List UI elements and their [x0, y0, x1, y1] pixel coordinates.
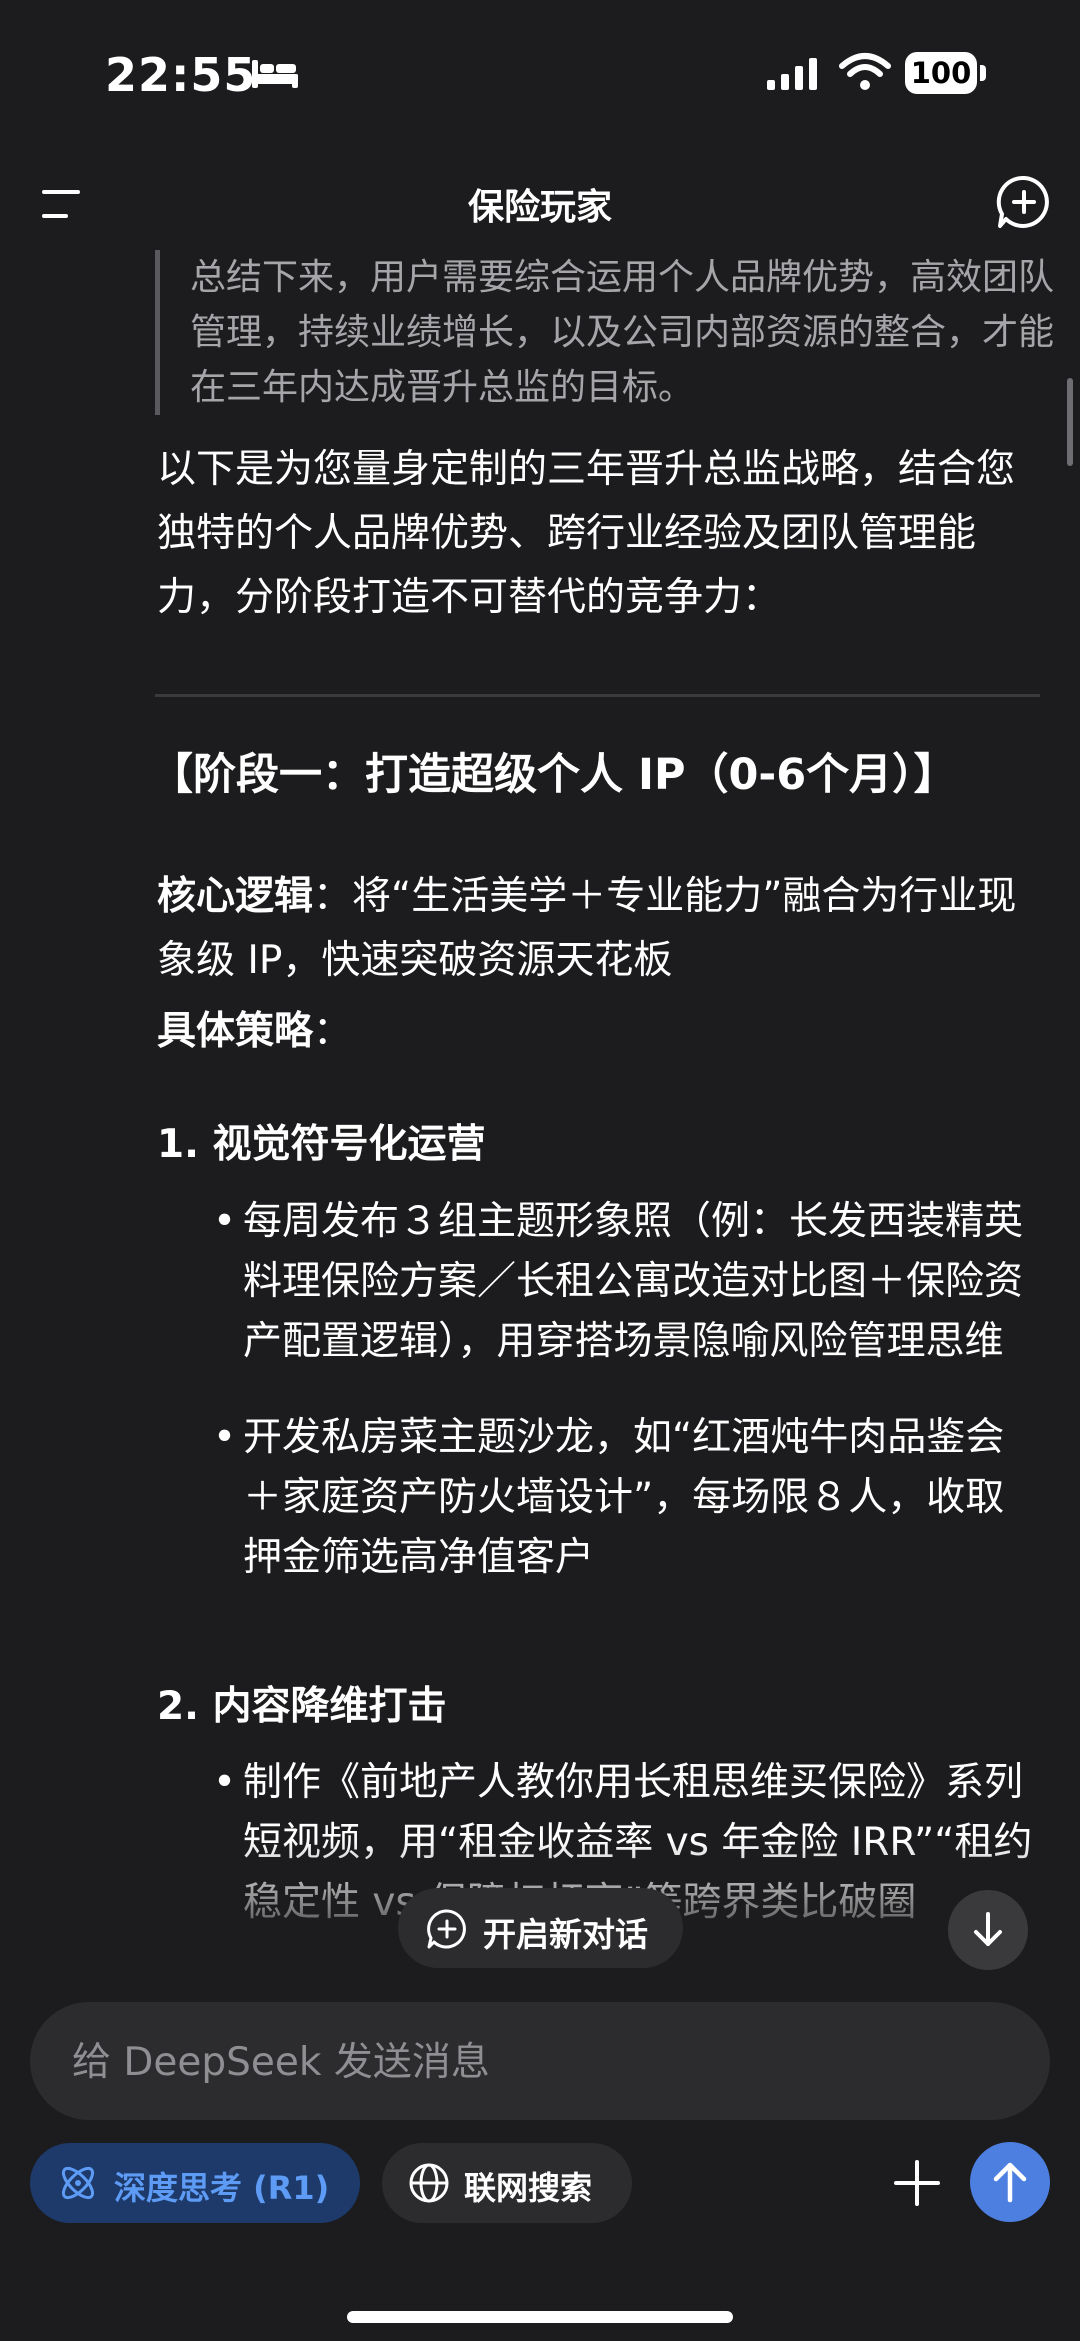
new-chat-button[interactable]: 开启新对话 [398, 1888, 683, 1968]
home-indicator [347, 2311, 733, 2323]
message-input-box[interactable] [30, 2002, 1050, 2122]
stage-heading: 【阶段一：打造超级个人 IP（0-6个月）】 [150, 750, 957, 800]
divider [155, 694, 1040, 697]
strategy-label-colon: ： [313, 1009, 353, 1054]
strategy-label-text: 具体策略 [157, 1009, 314, 1054]
battery-indicator: 100 [905, 52, 987, 94]
attach-plus-icon[interactable] [884, 2150, 950, 2216]
battery-tip [980, 65, 986, 81]
new-chat-icon[interactable] [996, 174, 1052, 230]
new-chat-bubble-icon [427, 1909, 466, 1949]
section-heading-1: 1. 视觉符号化运营 [157, 1122, 486, 1167]
scroll-to-bottom-button[interactable] [948, 1890, 1028, 1970]
strategy-label: 具体策略： [157, 1000, 352, 1056]
core-logic-label: 核心逻辑 [157, 874, 314, 919]
web-search-toggle[interactable]: 联网搜索 [382, 2143, 632, 2223]
wifi-icon [839, 53, 891, 90]
bullet-dot: • [213, 1415, 237, 1460]
arrow-down-icon [974, 1912, 1002, 1946]
message-input[interactable] [70, 2002, 994, 2122]
sleep-mode-icon [252, 60, 298, 88]
intro-paragraph: 以下是为您量身定制的三年晋升总监战略，结合您独特的个人品牌优势、跨行业经验及团队… [157, 447, 1016, 620]
bullet-dot: • [213, 1760, 237, 1805]
chat-content[interactable]: 总结下来，用户需要综合运用个人品牌优势，高效团队管理，持续业绩增长，以及公司内部… [0, 240, 1080, 1970]
atom-icon [61, 2166, 95, 2200]
battery-level: 100 [905, 52, 977, 94]
list-item-text: 每周发布３组主题形象照（例：长发西装精英料理保险方案／长租公寓改造对比图＋保险资… [243, 1199, 1024, 1364]
web-search-label: 联网搜索 [464, 2169, 593, 2207]
status-time: 22:55 [105, 48, 257, 102]
status-bar: 22:55 100 [0, 0, 1080, 150]
page-title: 保险玩家 [467, 187, 612, 228]
cellular-signal-icon [767, 58, 817, 90]
arrow-up-icon [993, 2162, 1027, 2203]
deep-think-label: 深度思考 (R1) [114, 2169, 330, 2207]
core-logic-paragraph: 核心逻辑：将“生活美学＋专业能力”融合为行业现象级 IP，快速突破资源天花板 [157, 865, 1037, 993]
section-heading-2: 2. 内容降维打击 [157, 1684, 447, 1729]
send-button[interactable] [970, 2142, 1050, 2222]
bullet-dot: • [213, 1199, 237, 1244]
list-item-text: 开发私房菜主题沙龙，如“红酒炖牛肉品鉴会＋家庭资产防火墙设计”，每场限８人，收取… [243, 1415, 1005, 1580]
globe-icon [409, 2163, 449, 2203]
thinking-summary-quote: 总结下来，用户需要综合运用个人品牌优势，高效团队管理，持续业绩增长，以及公司内部… [155, 250, 1060, 415]
top-nav-bar: 保险玩家 [0, 160, 1080, 240]
new-chat-label: 开启新对话 [483, 1915, 648, 1954]
scrollbar-thumb[interactable] [1067, 378, 1073, 466]
deep-think-toggle[interactable]: 深度思考 (R1) [30, 2143, 360, 2223]
